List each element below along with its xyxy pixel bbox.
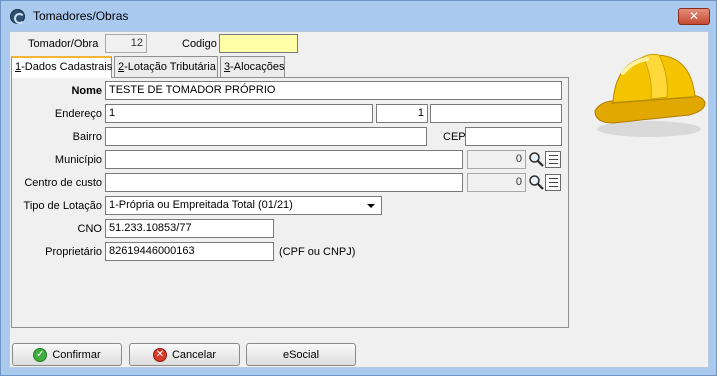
codigo-field[interactable] [219,34,298,53]
tab-label: -Dados Cadastrais [21,61,113,73]
close-button[interactable]: ✕ [678,8,710,25]
confirmar-label: Confirmar [52,348,101,361]
cancelar-label: Cancelar [171,348,217,361]
centro-custo-field[interactable] [105,173,463,192]
cancelar-button[interactable]: ✕ Cancelar [129,343,240,366]
complemento-field[interactable] [430,104,562,123]
app-icon [10,9,25,24]
tab-alocacoes[interactable]: 3-Alocações [220,56,285,77]
list-icon [545,151,561,168]
proprietario-field[interactable]: 82619446000163 [105,242,274,261]
esocial-button[interactable]: eSocial [246,343,356,366]
window-title: Tomadores/Obras [33,9,129,23]
confirmar-button[interactable]: ✓ Confirmar [12,343,122,366]
numero-field[interactable]: 1 [376,104,428,123]
nome-field[interactable]: TESTE DE TOMADOR PRÓPRIO [105,81,562,100]
bairro-field[interactable] [105,127,427,146]
magnifier-icon [529,152,544,167]
list-icon [545,174,561,191]
tab-label: -Lotação Tributária [124,61,216,73]
window: Tomadores/Obras ✕ Tomador/Obra 12 Codigo… [0,0,717,376]
title-bar: Tomadores/Obras ✕ [1,1,716,31]
cep-field[interactable] [465,127,562,146]
cno-field[interactable]: 51.233.10853/77 [105,219,274,238]
tipo-lotacao-value: 1-Própria ou Empreitada Total (01/21) [109,199,293,211]
hard-hat-icon [594,53,706,137]
x-icon: ✕ [152,347,167,362]
municipio-lookup-button[interactable] [527,150,562,169]
codigo-label: Codigo [182,38,217,50]
tab-lotacao-tributaria[interactable]: 2-Lotação Tributária [114,56,218,77]
tab-dados-cadastrais[interactable]: 1-Dados Cadastrais [11,56,112,78]
municipio-field[interactable] [105,150,463,169]
tomador-obra-label: Tomador/Obra [28,38,99,50]
dropdown-arrow-icon [367,204,375,208]
tipo-lotacao-select[interactable]: 1-Própria ou Empreitada Total (01/21) [105,196,382,215]
esocial-label: eSocial [282,348,320,361]
check-icon: ✓ [33,347,48,362]
magnifier-icon [529,175,544,190]
endereco-field[interactable]: 1 [105,104,373,123]
centro-custo-lookup-button[interactable] [527,173,562,192]
tab-label: -Alocações [230,61,285,73]
tomador-obra-field: 12 [105,34,147,53]
